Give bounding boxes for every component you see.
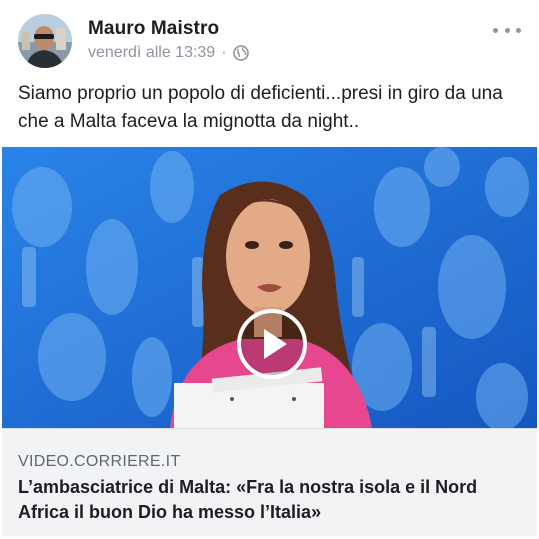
globe-icon[interactable] [232,45,249,61]
avatar[interactable] [18,14,72,68]
play-icon[interactable] [237,309,307,379]
more-dot [493,27,498,33]
link-domain: VIDEO.CORRIERE.IT [18,453,181,470]
post-timestamp[interactable]: venerdì alle 13:39 [88,44,215,62]
link-title[interactable]: L’ambasciatrice di Malta: «Fra la nostra… [18,475,518,525]
post-text: Siamo proprio un popolo di deficienti...… [18,83,503,132]
video-frame-image [2,147,537,428]
link-preview[interactable]: VIDEO.CORRIERE.IT L’ambasciatrice di Mal… [2,428,537,536]
more-options-icon[interactable] [493,20,521,40]
facebook-post: Mauro Maistro venerdì alle 13:39 · Siamo… [0,0,539,539]
author-name[interactable]: Mauro Maistro [88,18,219,40]
video-thumbnail[interactable] [2,147,537,428]
more-dot [504,27,510,33]
post-meta: venerdì alle 13:39 · [88,44,249,62]
more-dot [516,27,521,33]
meta-separator: · [221,44,227,61]
post-header: Mauro Maistro venerdì alle 13:39 · [18,10,525,72]
